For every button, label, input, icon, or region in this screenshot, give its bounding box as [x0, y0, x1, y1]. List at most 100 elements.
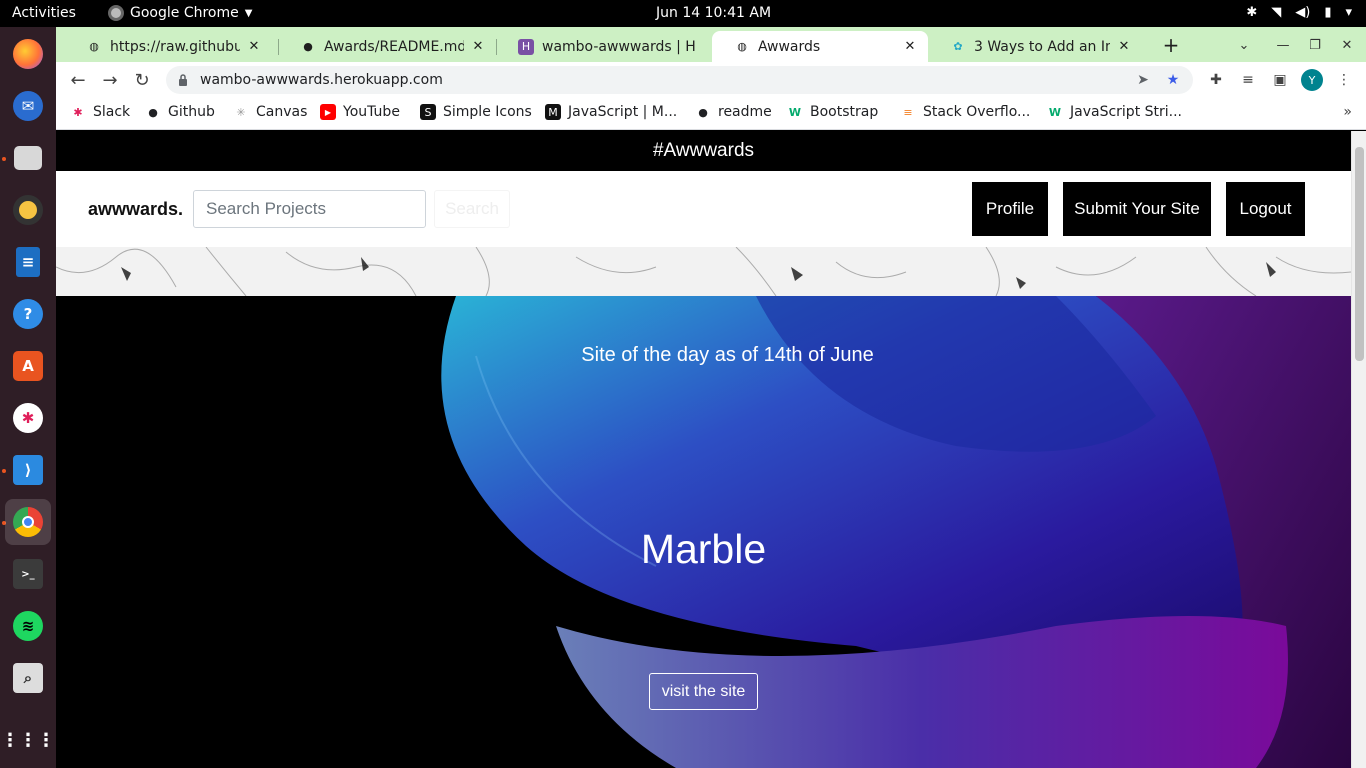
bookmark-label: YouTube — [343, 104, 400, 120]
canvas-icon: ✳ — [236, 105, 246, 119]
chrome-icon — [13, 507, 43, 537]
dock-vscode[interactable]: ⟩ — [5, 447, 51, 493]
bookmark-github[interactable]: ● Github — [145, 104, 215, 120]
profile-avatar[interactable]: Y — [1301, 69, 1323, 91]
dock-screenshot[interactable]: ⌕ — [5, 655, 51, 701]
submit-site-button[interactable]: Submit Your Site — [1063, 182, 1211, 236]
app-menu[interactable]: Google Chrome ▼ — [108, 5, 252, 21]
youtube-icon: ▶ — [320, 104, 336, 120]
terminal-icon: >_ — [13, 559, 43, 589]
dock-firefox[interactable] — [5, 31, 51, 77]
site-brand[interactable]: awwwards. — [88, 199, 183, 220]
search-input[interactable] — [193, 190, 426, 228]
tab-awards-readme[interactable]: ● Awards/README.md a ✕ — [278, 31, 496, 62]
bookmark-canvas[interactable]: ✳ Canvas — [233, 104, 307, 120]
clock[interactable]: Jun 14 10:41 AM — [656, 5, 771, 21]
w3-icon: W — [1048, 105, 1062, 119]
more-menu-icon[interactable]: ⋮ — [1333, 69, 1355, 91]
spotify-icon: ≋ — [13, 611, 43, 641]
back-button[interactable]: ← — [64, 67, 92, 93]
chevron-down-icon: ▼ — [244, 7, 253, 19]
slack-tray-icon[interactable]: ✱ — [1246, 5, 1257, 20]
media-queue-icon[interactable]: ≡ — [1237, 69, 1259, 91]
bookmark-readme[interactable]: ● readme — [695, 104, 772, 120]
bookmark-label: Simple Icons — [443, 104, 532, 120]
tab-awwards[interactable]: ◍ Awwards ✕ — [712, 31, 928, 62]
battery-icon: ▮ — [1324, 5, 1332, 20]
tab-strip: ◍ https://raw.githubuser ✕ ● Awards/READ… — [56, 27, 1366, 62]
files-icon — [14, 146, 42, 170]
dock-spotify[interactable]: ≋ — [5, 603, 51, 649]
close-icon[interactable]: ✕ — [902, 39, 918, 54]
bookmark-simple-icons[interactable]: S Simple Icons — [420, 104, 532, 120]
dock-help[interactable]: ? — [5, 291, 51, 337]
tab-title: wambo-awwwards | H — [542, 38, 696, 55]
dock-terminal[interactable]: >_ — [5, 551, 51, 597]
dock-show-apps[interactable]: ⋮⋮⋮ — [1, 717, 55, 763]
bookmark-star-icon[interactable]: ★ — [1163, 70, 1183, 90]
article-icon: ✿ — [953, 40, 963, 53]
close-icon[interactable]: ✕ — [246, 39, 262, 54]
system-top-bar: Activities Google Chrome ▼ Jun 14 10:41 … — [0, 0, 1366, 27]
url-text[interactable]: wambo-awwwards.herokuapp.com — [200, 72, 1133, 88]
bookmark-label: JavaScript Stri... — [1070, 104, 1182, 120]
dock-chrome[interactable] — [5, 499, 51, 545]
logout-button[interactable]: Logout — [1226, 182, 1305, 236]
tab-search-chevron-icon[interactable]: ⌄ — [1231, 33, 1257, 57]
dock-thunderbird[interactable]: ✉ — [5, 83, 51, 129]
activities-button[interactable]: Activities — [12, 5, 76, 21]
heroku-icon: H — [518, 38, 534, 55]
bookmark-stackoverflow[interactable]: ≡ Stack Overflo... — [900, 104, 1030, 120]
chrome-app-icon — [108, 5, 124, 21]
side-panel-icon[interactable]: ▣ — [1269, 69, 1291, 91]
tab-title: Awards/README.md a — [324, 38, 464, 55]
bookmark-bootstrap[interactable]: W Bootstrap — [787, 104, 878, 120]
profile-button[interactable]: Profile — [972, 182, 1048, 236]
volume-icon: ◀) — [1295, 5, 1311, 20]
wifi-icon: ◥ — [1271, 5, 1282, 20]
globe-icon: ◍ — [737, 40, 747, 53]
writer-icon: ≡ — [16, 247, 40, 277]
close-icon[interactable]: ✕ — [1116, 39, 1132, 54]
minimize-button[interactable]: — — [1270, 33, 1296, 57]
site-navbar: awwwards. Search Profile Submit Your Sit… — [56, 171, 1351, 247]
maximize-button[interactable]: ❐ — [1302, 33, 1328, 57]
vscode-icon: ⟩ — [13, 455, 43, 485]
thunderbird-icon: ✉ — [13, 91, 43, 121]
send-tab-icon[interactable]: ➤ — [1133, 70, 1153, 90]
close-icon[interactable]: ✕ — [470, 39, 486, 54]
dock-software[interactable]: A — [5, 343, 51, 389]
dock-slack[interactable]: ✱ — [5, 395, 51, 441]
search-button[interactable]: Search — [434, 190, 510, 228]
github-icon: ● — [303, 40, 313, 53]
address-bar[interactable]: wambo-awwwards.herokuapp.com ➤ ★ — [166, 66, 1193, 94]
github-icon: ● — [148, 105, 158, 119]
close-window-button[interactable]: ✕ — [1334, 33, 1360, 57]
dock-files[interactable] — [5, 135, 51, 181]
page-viewport: #Awwwards awwwards. Search Profile Submi… — [56, 131, 1351, 768]
tab-add-image[interactable]: ✿ 3 Ways to Add an Imag ✕ — [928, 31, 1142, 62]
page-scrollbar[interactable] — [1351, 131, 1366, 768]
site-of-the-day-label: Site of the day as of 14th of June — [581, 344, 874, 366]
new-tab-button[interactable]: + — [1157, 31, 1185, 59]
lock-icon[interactable] — [176, 73, 190, 87]
tab-title: Awwards — [758, 38, 821, 55]
forward-button[interactable]: → — [96, 67, 124, 93]
bookmark-mdn[interactable]: M JavaScript | M... — [545, 104, 677, 120]
bookmark-js-strings[interactable]: W JavaScript Stri... — [1047, 104, 1182, 120]
bookmark-youtube[interactable]: ▶ YouTube — [320, 104, 400, 120]
system-tray[interactable]: ✱ ◥ ◀) ▮ ▾ — [1246, 5, 1352, 20]
scrollbar-thumb[interactable] — [1355, 147, 1364, 361]
dock-writer[interactable]: ≡ — [5, 239, 51, 285]
slack-icon: ✱ — [73, 105, 83, 119]
app-menu-label: Google Chrome — [130, 5, 239, 21]
extensions-icon[interactable]: ✚ — [1205, 69, 1227, 91]
marble-texture-banner — [56, 247, 1351, 296]
tab-heroku[interactable]: H wambo-awwwards | H — [496, 31, 712, 62]
dock-rhythmbox[interactable] — [5, 187, 51, 233]
bookmark-slack[interactable]: ✱ Slack — [70, 104, 130, 120]
visit-site-button[interactable]: visit the site — [649, 673, 758, 710]
tab-raw-github[interactable]: ◍ https://raw.githubuser ✕ — [64, 31, 272, 62]
reload-button[interactable]: ↻ — [128, 67, 156, 93]
bookmarks-overflow-icon[interactable]: » — [1343, 104, 1352, 120]
